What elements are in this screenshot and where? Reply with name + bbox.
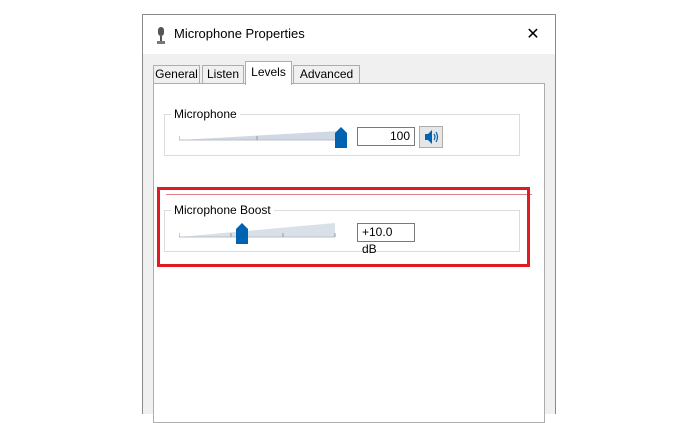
tab-label: General	[155, 67, 198, 81]
microphone-group: Microphone 100	[164, 107, 520, 156]
tab-label: Listen	[206, 67, 240, 81]
title-bar: Microphone Properties ✕	[143, 15, 555, 54]
close-button[interactable]: ✕	[511, 15, 555, 54]
microphone-slider-thumb[interactable]	[335, 127, 347, 148]
highlight-box	[157, 187, 530, 267]
microphone-level-value: 100	[389, 129, 410, 143]
microphone-icon	[157, 27, 165, 44]
window-title: Microphone Properties	[174, 26, 305, 41]
tab-label: Levels	[251, 65, 286, 79]
mute-toggle-button[interactable]	[419, 126, 443, 148]
tab-listen[interactable]: Listen	[202, 65, 244, 84]
close-icon: ✕	[526, 26, 540, 43]
speaker-icon	[425, 130, 439, 144]
tab-levels[interactable]: Levels	[245, 61, 292, 85]
tab-label: Advanced	[299, 67, 354, 81]
tab-advanced[interactable]: Advanced	[293, 65, 360, 84]
microphone-group-label: Microphone	[171, 107, 240, 121]
tab-general[interactable]: General	[153, 65, 200, 84]
microphone-level-field[interactable]: 100	[357, 127, 415, 146]
microphone-slider[interactable]	[179, 125, 349, 145]
